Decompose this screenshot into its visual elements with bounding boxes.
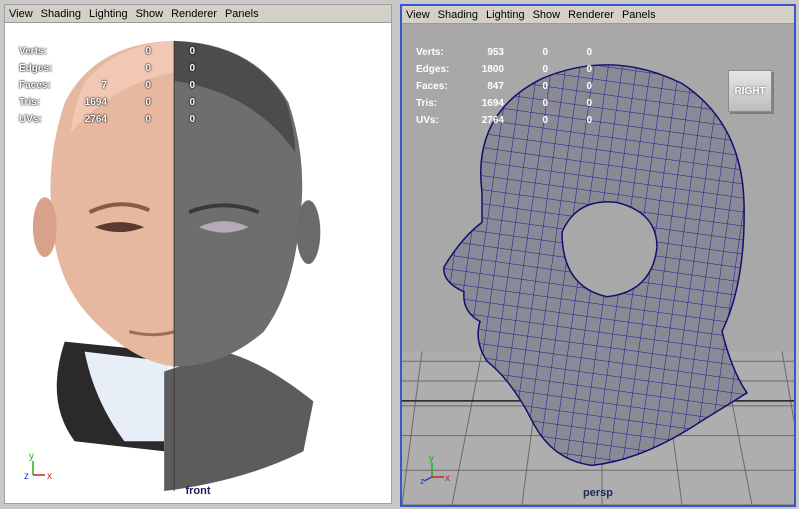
front-camera-label: front (185, 485, 211, 497)
front-viewport[interactable]: Verts: 0 0 Edges: 0 0 Faces: 7 0 0 Tris:… (5, 23, 391, 503)
menu-view[interactable]: View (9, 8, 33, 20)
front-axis-gizmo-icon: y z x (24, 451, 52, 482)
photo-ear (32, 197, 57, 258)
persp-panel-menubar: View Shading Lighting Show Renderer Pane… (402, 6, 794, 24)
axis-x-label: x (47, 471, 52, 482)
hud-row-edges: Edges: 0 0 (19, 63, 195, 74)
persp-axis-gizmo-icon: y z x (420, 453, 450, 485)
persp-hud-stats: Verts: 953 0 0 Edges: 1800 0 0 Faces: 84… (416, 44, 592, 129)
menu-shading[interactable]: Shading (438, 9, 478, 21)
axis-y-label: y (429, 453, 434, 464)
hud-row-uvs: UVs: 2764 0 0 (19, 114, 195, 125)
menu-lighting[interactable]: Lighting (486, 9, 525, 21)
front-panel-menubar: View Shading Lighting Show Renderer Pane… (5, 5, 391, 23)
hud-row-tris: Tris: 1694 0 0 (19, 97, 195, 108)
axis-z-label: z (24, 471, 29, 482)
axis-z-label: z (420, 476, 425, 485)
menu-show[interactable]: Show (136, 8, 164, 20)
menu-lighting[interactable]: Lighting (89, 8, 128, 20)
hud-row-uvs: UVs: 2764 0 0 (416, 115, 592, 126)
hud-row-tris: Tris: 1694 0 0 (416, 98, 592, 109)
persp-viewport-panel[interactable]: View Shading Lighting Show Renderer Pane… (400, 4, 796, 507)
menu-show[interactable]: Show (533, 9, 561, 21)
menu-view[interactable]: View (406, 9, 430, 21)
hud-row-verts: Verts: 0 0 (19, 46, 195, 57)
menu-panels[interactable]: Panels (622, 9, 656, 21)
persp-camera-label: persp (583, 487, 613, 499)
axis-x-label: x (445, 473, 450, 484)
menu-panels[interactable]: Panels (225, 8, 259, 20)
menu-shading[interactable]: Shading (41, 8, 81, 20)
hud-row-faces: Faces: 7 0 0 (19, 80, 195, 91)
view-cube-label: RIGHT (734, 85, 766, 97)
view-cube[interactable]: RIGHT (728, 70, 772, 112)
mesh-ear (296, 200, 321, 264)
hud-row-faces: Faces: 847 0 0 (416, 81, 592, 92)
hud-row-edges: Edges: 1800 0 0 (416, 64, 592, 75)
axis-y-label: y (29, 451, 34, 462)
persp-viewport[interactable]: Verts: 953 0 0 Edges: 1800 0 0 Faces: 84… (402, 24, 794, 505)
mesh-shoulders (164, 351, 314, 492)
front-hud-stats: Verts: 0 0 Edges: 0 0 Faces: 7 0 0 Tris:… (19, 43, 195, 128)
menu-renderer[interactable]: Renderer (171, 8, 217, 20)
hud-row-verts: Verts: 953 0 0 (416, 47, 592, 58)
front-viewport-panel[interactable]: View Shading Lighting Show Renderer Pane… (4, 4, 392, 504)
menu-renderer[interactable]: Renderer (568, 9, 614, 21)
